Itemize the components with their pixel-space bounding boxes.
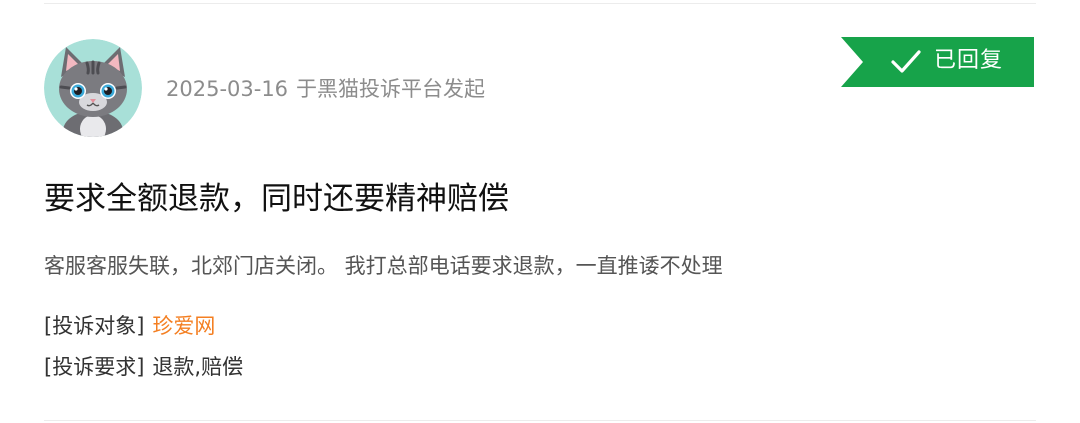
complaint-target-label: [投诉对象]	[44, 314, 145, 338]
complaint-card: 2025-03-16 于黑猫投诉平台发起 已回复 要求全额退款，同时还要精神赔偿 …	[0, 0, 1080, 423]
complaint-demand-row: [投诉要求] 退款,赔偿	[44, 352, 243, 382]
complaint-date: 2025-03-16	[166, 77, 289, 101]
status-badge: 已回复	[841, 37, 1034, 87]
cat-avatar-icon	[44, 39, 142, 137]
complaint-source: 于黑猫投诉平台发起	[296, 77, 486, 101]
bottom-divider	[44, 420, 1036, 421]
complaint-content: 客服客服失联，北郊门店关闭。 我打总部电话要求退款，一直推诿不处理	[44, 254, 723, 278]
complaint-demand-label: [投诉要求]	[44, 355, 145, 379]
complaint-target-row: [投诉对象] 珍爱网	[44, 311, 215, 341]
top-divider	[44, 3, 1036, 4]
complaint-title[interactable]: 要求全额退款，同时还要精神赔偿	[44, 178, 509, 220]
user-avatar[interactable]	[44, 39, 142, 137]
complaint-target-link[interactable]: 珍爱网	[152, 314, 215, 338]
complaint-demand-value: 退款,赔偿	[152, 355, 244, 379]
status-label: 已回复	[934, 48, 1004, 73]
checkmark-icon	[891, 50, 921, 73]
complaint-meta: 2025-03-16 于黑猫投诉平台发起	[166, 74, 485, 104]
